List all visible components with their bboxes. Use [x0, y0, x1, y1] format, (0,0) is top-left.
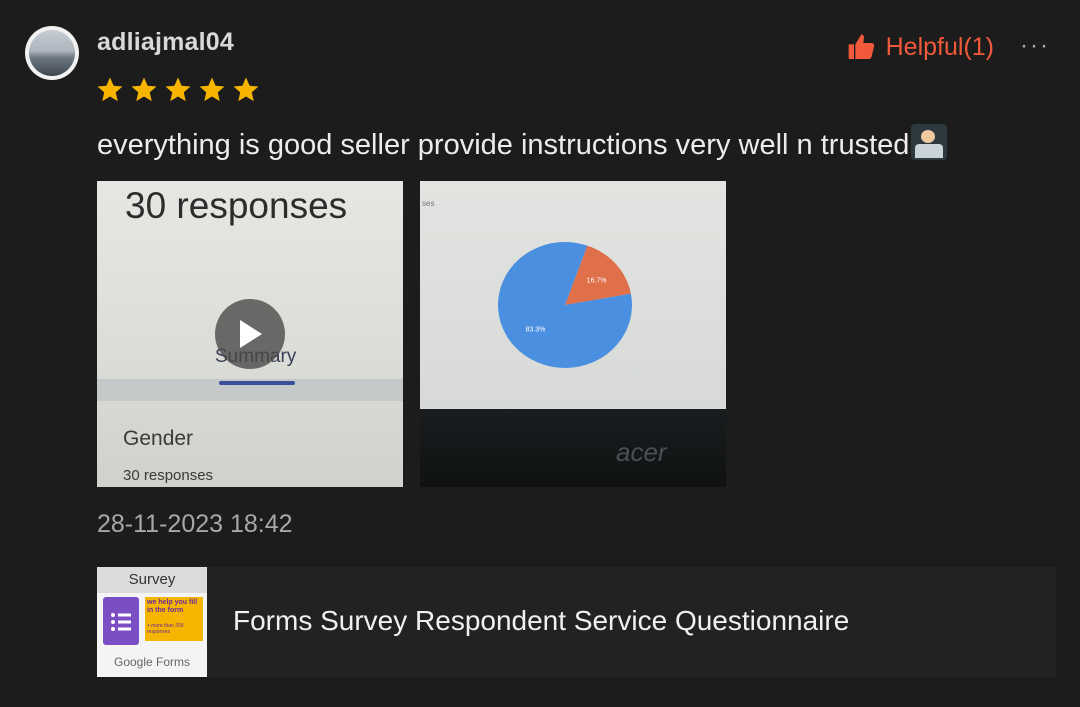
- monitor-brand-text: acer: [616, 437, 667, 467]
- helpful-button[interactable]: Helpful(1): [846, 31, 994, 63]
- photo-section-text: Gender: [123, 427, 194, 450]
- star-rating: [95, 75, 261, 105]
- review-video-thumbnail[interactable]: 30 responses Summary Gender 30 responses: [97, 181, 403, 487]
- star-icon: [199, 77, 225, 102]
- star-icon: [165, 77, 191, 102]
- thumbnail-banner-line2: + more than 200 responses: [147, 623, 184, 635]
- thumbnail-header: Survey: [97, 567, 207, 593]
- helpful-label: Helpful(1): [885, 32, 994, 61]
- photo-tab-underline: [219, 381, 295, 385]
- thumbnail-banner-line1: we help you fill in the form: [147, 599, 198, 614]
- star-icon: [233, 77, 259, 102]
- star-icon: [97, 77, 123, 102]
- review-body: everything is good seller provide instru…: [97, 129, 910, 161]
- user-avatar[interactable]: [25, 26, 79, 80]
- thumbs-up-icon: [848, 34, 874, 59]
- review-text: everything is good seller provide instru…: [97, 124, 948, 162]
- avatar-image: [29, 30, 75, 76]
- product-title: Forms Survey Respondent Service Question…: [233, 605, 850, 636]
- screen-tag-text: ses: [422, 199, 435, 208]
- photo-title-text: 30 responses: [125, 185, 348, 226]
- google-forms-icon: [103, 597, 139, 645]
- thumbnail-banner: we help you fill in the form + more than…: [145, 597, 203, 641]
- play-button[interactable]: [215, 299, 285, 369]
- technologist-emoji-icon: [911, 124, 948, 160]
- review-photo-thumbnail[interactable]: ses 16.7% 83.3% acer: [420, 181, 726, 487]
- more-options-button[interactable]: ···: [1020, 32, 1050, 60]
- pie-chart: 16.7% 83.3%: [498, 242, 632, 368]
- pie-slice-label: 16.7%: [587, 278, 607, 285]
- product-card[interactable]: Survey we help you fill in the form + mo…: [97, 567, 1056, 677]
- pie-slice-label: 83.3%: [526, 327, 546, 334]
- monitor-bezel: [420, 409, 726, 487]
- username[interactable]: adliajmal04: [97, 28, 234, 57]
- play-icon: [240, 320, 262, 348]
- photo-sub-text: 30 responses: [123, 467, 214, 484]
- review-date: 28-11-2023 18:42: [97, 510, 293, 538]
- star-icon: [131, 77, 157, 102]
- product-thumbnail: Survey we help you fill in the form + mo…: [97, 567, 207, 677]
- thumbnail-brand: Google Forms: [113, 655, 191, 669]
